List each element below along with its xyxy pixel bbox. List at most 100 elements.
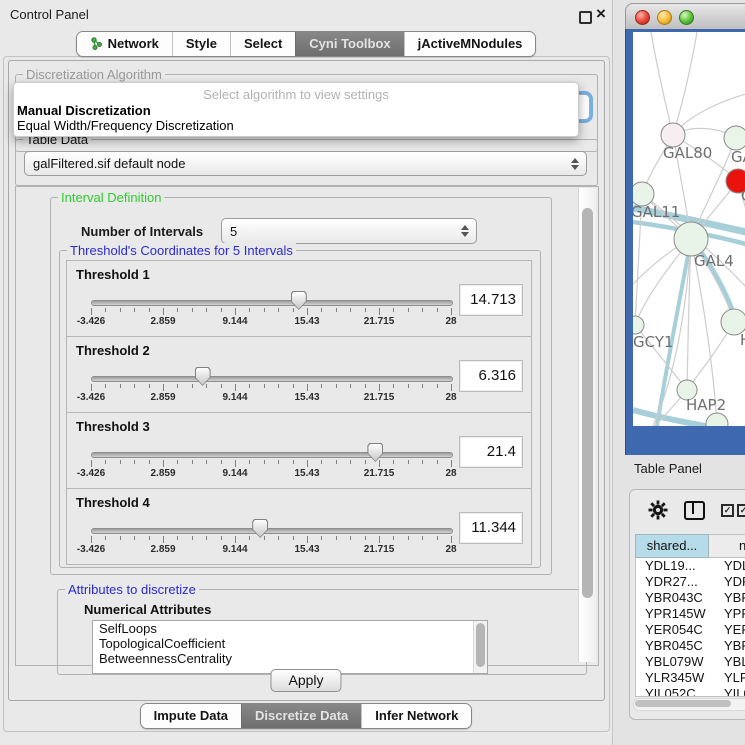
tab-discretize-data[interactable]: Discretize Data <box>241 704 361 728</box>
float-window-icon[interactable] <box>579 11 592 24</box>
table-panel-toolbar: ✓ ✓ <box>630 490 745 530</box>
mac-zoom-icon[interactable] <box>679 10 694 25</box>
tab-jactivemnodules[interactable]: jActiveMNodules <box>404 32 536 56</box>
slider-ticks <box>91 384 451 392</box>
attributes-list-scrollbar[interactable] <box>473 621 487 673</box>
cell-name: YDR2 <box>717 574 745 590</box>
table-data-combobox[interactable]: galFiltered.sif default node <box>24 151 587 176</box>
gear-icon[interactable] <box>648 500 668 520</box>
cell-shared-name: YBR043C <box>636 590 717 606</box>
numerical-attributes-list[interactable]: SelfLoopsTopologicalCoefficientBetweenne… <box>92 620 488 674</box>
interval-definition-title: Interval Definition <box>58 190 164 205</box>
network-node-gal4[interactable] <box>674 222 708 256</box>
table-row[interactable]: YER054CYER0 <box>636 622 745 638</box>
table-row[interactable]: YDR27...YDR2 <box>636 574 745 590</box>
attributes-group: Attributes to discretize Numerical Attri… <box>57 589 587 675</box>
dropdown-option-manual-discretization[interactable]: Manual Discretization <box>17 103 151 118</box>
control-panel: Control Panel × NetworkStyleSelectCyni T… <box>0 0 613 745</box>
thresholds-group: Threshold's Coordinates for 5 Intervals … <box>59 250 541 568</box>
cell-name: YBL0 <box>717 654 745 670</box>
threshold-value-field[interactable]: 14.713 <box>459 284 523 316</box>
threshold-label: Threshold 2 <box>76 343 150 358</box>
settings-vertical-scrollbar[interactable] <box>578 188 596 662</box>
attribute-list-item[interactable]: TopologicalCoefficient <box>93 636 487 651</box>
network-edge[interactable] <box>651 32 673 135</box>
split-columns-icon[interactable] <box>684 501 705 520</box>
tab-label: jActiveMNodules <box>418 36 523 51</box>
discretization-algorithm-title: Discretization Algorithm <box>23 67 165 82</box>
tab-label: Select <box>244 36 282 51</box>
network-node-label: GCY1 <box>633 333 674 351</box>
network-node-label: C <box>741 187 745 205</box>
tab-impute-data[interactable]: Impute Data <box>141 704 241 728</box>
tab-cyni-toolbox[interactable]: Cyni Toolbox <box>295 32 403 56</box>
threshold-panel-1: Threshold 1-3.4262.8599.14415.4321.71528… <box>66 260 532 337</box>
table-horizontal-scrollbar[interactable] <box>633 698 745 711</box>
apply-button[interactable]: Apply <box>270 669 341 692</box>
select-columns-icons[interactable]: ✓ ✓ <box>721 504 745 517</box>
network-node-gcy1[interactable] <box>633 316 644 334</box>
table-row[interactable]: YPR145WYPR1 <box>636 606 745 622</box>
cell-name: YLR3 <box>717 670 745 686</box>
table-panel: ✓ ✓ shared... n YDL19...YDL1YDR27...YDR2… <box>629 489 745 720</box>
column-header-shared-name[interactable]: shared... <box>635 534 709 558</box>
tab-style[interactable]: Style <box>172 32 230 56</box>
table-row[interactable]: YBR043CYBR0 <box>636 590 745 606</box>
mac-minimize-icon[interactable] <box>657 10 672 25</box>
cell-name: YPR1 <box>717 606 745 622</box>
dropdown-option-equal-width-frequency[interactable]: Equal Width/Frequency Discretization <box>17 118 234 133</box>
threshold-panel-2: Threshold 2-3.4262.8599.14415.4321.71528… <box>66 336 532 413</box>
table-row[interactable]: YIL052CYIL0 <box>636 686 745 697</box>
slider-ticks <box>91 460 451 468</box>
checkbox-icon[interactable]: ✓ <box>737 504 745 517</box>
table-row[interactable]: YBR045CYBR0 <box>636 638 745 654</box>
table-panel-title: Table Panel <box>634 461 702 476</box>
table-row[interactable]: YLR345WYLR3 <box>636 670 745 686</box>
network-canvas[interactable]: GAL80GACGAL11GAL4GCY1HHAP2 <box>633 32 745 426</box>
threshold-value-field[interactable]: 6.316 <box>459 360 523 392</box>
network-node-label: GAL80 <box>663 144 712 162</box>
threshold-panel-3: Threshold 3-3.4262.8599.14415.4321.71528… <box>66 412 532 489</box>
combo-spinner-icon <box>571 158 579 170</box>
column-header-name[interactable]: n <box>709 534 745 558</box>
checkbox-icon[interactable]: ✓ <box>721 504 734 517</box>
attribute-list-item[interactable]: SelfLoops <box>93 621 487 636</box>
threshold-value-field[interactable]: 21.4 <box>459 436 523 468</box>
network-edge[interactable] <box>673 32 697 135</box>
close-icon[interactable]: × <box>596 4 606 24</box>
table-row[interactable]: YDL19...YDL1 <box>636 558 745 574</box>
network-window-titlebar[interactable] <box>625 3 745 31</box>
tab-select[interactable]: Select <box>230 32 295 56</box>
threshold-slider-track[interactable] <box>91 300 453 306</box>
threshold-slider-track[interactable] <box>91 528 453 534</box>
tab-label: Network <box>108 36 159 51</box>
cell-shared-name: YLR345W <box>636 670 717 686</box>
cell-shared-name: YPR145W <box>636 606 717 622</box>
threshold-value-field[interactable]: 11.344 <box>459 512 523 544</box>
tab-infer-network[interactable]: Infer Network <box>361 704 471 728</box>
network-node-ga[interactable] <box>724 126 745 150</box>
table-data-group: Table Data galFiltered.sif default node <box>15 139 598 186</box>
cell-name: YBR0 <box>717 638 745 654</box>
tab-label: Infer Network <box>375 708 458 723</box>
mac-close-icon[interactable] <box>635 10 650 25</box>
bottom-tab-bar: Impute Data Discretize Data Infer Network <box>0 703 612 729</box>
cell-shared-name: YDL19... <box>636 558 717 574</box>
threshold-label: Threshold 3 <box>76 419 150 434</box>
cell-name: YDL1 <box>717 558 745 574</box>
number-of-intervals-combobox[interactable]: 5 <box>221 218 477 244</box>
table-row[interactable]: YBL079WYBL0 <box>636 654 745 670</box>
tab-network[interactable]: Network <box>77 32 172 56</box>
threshold-slider-track[interactable] <box>91 452 453 458</box>
tab-label: Impute Data <box>154 708 228 723</box>
threshold-label: Threshold 4 <box>76 495 150 510</box>
network-node[interactable] <box>706 413 728 426</box>
algorithm-dropdown-popup: Select algorithm to view settings Manual… <box>13 82 579 137</box>
cell-shared-name: YBL079W <box>636 654 717 670</box>
cell-shared-name: YER054C <box>636 622 717 638</box>
attribute-list-item[interactable]: BetweennessCentrality <box>93 651 487 666</box>
threshold-slider-track[interactable] <box>91 376 453 382</box>
numerical-attributes-label: Numerical Attributes <box>84 602 211 617</box>
network-graph: GAL80GACGAL11GAL4GCY1HHAP2 <box>633 32 745 426</box>
settings-scroll-panel: Interval Definition Number of Intervals … <box>15 186 599 666</box>
